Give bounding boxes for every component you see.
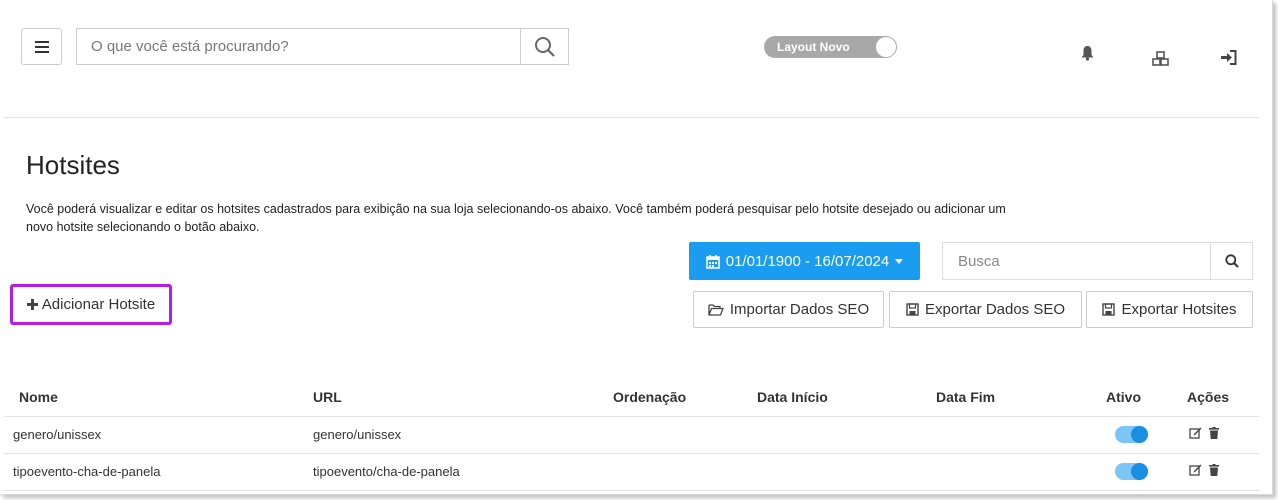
page-description: Você poderá visualizar e editar os hotsi… <box>26 202 1006 234</box>
save-icon <box>906 303 919 316</box>
active-toggle[interactable] <box>1115 463 1148 481</box>
column-header-acoes: Ações <box>1181 378 1259 417</box>
table-header-row: Nome URL Ordenação Data Início Data Fim … <box>4 378 1259 417</box>
date-range-label: 01/01/1900 - 16/07/2024 <box>725 252 890 270</box>
export-seo-button[interactable]: Exportar Dados SEO <box>889 291 1082 328</box>
column-header-data-fim[interactable]: Data Fim <box>933 378 1103 417</box>
cell-data-fim <box>933 453 1103 491</box>
page-title: Hotsites <box>26 150 120 180</box>
global-search-input[interactable] <box>77 29 520 64</box>
menu-button[interactable] <box>21 28 62 65</box>
cell-ativo <box>1103 453 1181 491</box>
cell-data-inicio <box>757 453 933 491</box>
plus-icon <box>26 299 38 310</box>
app-frame: Layout Novo Hotsites Você poderá visuali… <box>0 0 1273 495</box>
edit-icon[interactable] <box>1189 464 1202 476</box>
cell-ordenacao <box>609 416 757 454</box>
sign-in-icon <box>1220 49 1236 65</box>
cell-data-inicio <box>757 416 933 454</box>
global-search <box>76 28 569 65</box>
hotsites-table: Nome URL Ordenação Data Início Data Fim … <box>4 378 1259 491</box>
cell-data-fim <box>933 416 1103 454</box>
cubes-icon <box>1151 50 1169 66</box>
hamburger-icon <box>34 40 49 53</box>
cell-nome: tipoevento-cha-de-panela <box>4 453 309 491</box>
column-header-data-inicio[interactable]: Data Início <box>757 378 933 417</box>
column-header-url[interactable]: URL <box>309 378 609 417</box>
import-seo-label: Importar Dados SEO <box>729 301 870 318</box>
calendar-icon <box>706 254 720 269</box>
cell-acoes <box>1181 453 1259 491</box>
cell-url: genero/unissex <box>309 416 609 454</box>
table-search-button[interactable] <box>1210 243 1252 279</box>
layout-novo-toggle[interactable]: Layout Novo <box>764 36 897 58</box>
trash-icon[interactable] <box>1209 427 1219 439</box>
toggle-knob <box>876 37 896 57</box>
active-toggle[interactable] <box>1115 426 1148 444</box>
toggle-knob <box>1131 426 1148 444</box>
export-hotsites-button[interactable]: Exportar Hotsites <box>1086 291 1253 328</box>
cell-acoes <box>1181 416 1259 454</box>
logout-button[interactable] <box>1218 47 1238 67</box>
table-search-input[interactable] <box>943 243 1210 279</box>
folder-open-icon <box>708 304 724 316</box>
table-search <box>942 242 1253 280</box>
layout-novo-label: Layout Novo <box>777 40 850 54</box>
cell-ordenacao <box>609 453 757 491</box>
edit-icon[interactable] <box>1189 427 1202 439</box>
caret-down-icon <box>895 258 904 264</box>
notifications-button[interactable] <box>1077 43 1097 63</box>
table-row: tipoevento-cha-de-panela tipoevento/cha-… <box>4 453 1259 491</box>
toggle-knob <box>1131 463 1148 481</box>
cell-ativo <box>1103 416 1181 454</box>
cell-url: tipoevento/cha-de-panela <box>309 453 609 491</box>
export-hotsites-label: Exportar Hotsites <box>1121 301 1237 318</box>
add-hotsite-label: Adicionar Hotsite <box>41 296 156 313</box>
column-header-ativo[interactable]: Ativo <box>1103 378 1181 417</box>
date-range-button[interactable]: 01/01/1900 - 16/07/2024 <box>689 242 920 280</box>
column-header-ordenacao[interactable]: Ordenação <box>609 378 757 417</box>
table-row: genero/unissex genero/unissex <box>4 416 1259 454</box>
import-seo-button[interactable]: Importar Dados SEO <box>693 291 884 328</box>
search-icon <box>1224 254 1239 268</box>
save-icon <box>1102 303 1116 316</box>
stores-button[interactable] <box>1150 48 1170 68</box>
global-search-button[interactable] <box>520 29 568 64</box>
trash-icon[interactable] <box>1209 464 1219 476</box>
export-seo-label: Exportar Dados SEO <box>924 301 1066 318</box>
cell-nome: genero/unissex <box>4 416 309 454</box>
add-hotsite-button[interactable]: Adicionar Hotsite <box>10 284 172 325</box>
column-header-nome[interactable]: Nome <box>4 378 309 417</box>
bell-icon <box>1081 46 1093 61</box>
search-icon <box>534 36 555 57</box>
